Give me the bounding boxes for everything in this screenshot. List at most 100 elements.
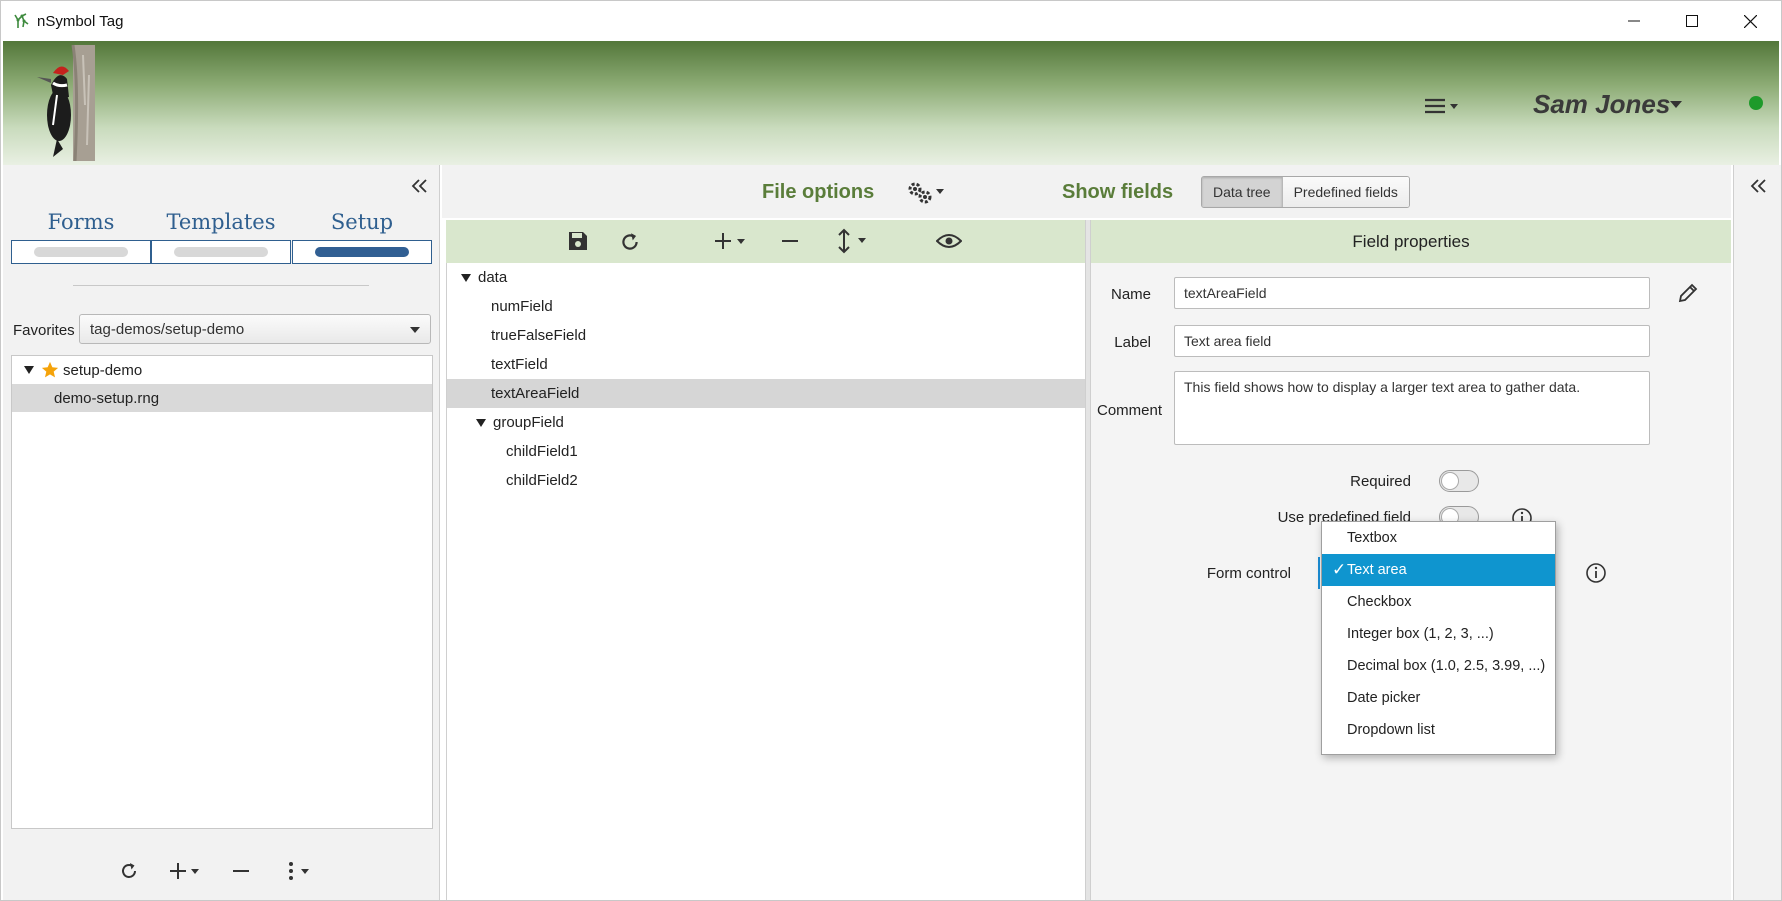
right-panel (1733, 165, 1781, 900)
tree-node-textfield[interactable]: textField (447, 350, 1086, 379)
required-toggle[interactable] (1439, 470, 1479, 492)
expand-arrow-icon[interactable] (476, 418, 486, 427)
option-decimal-box[interactable]: Decimal box (1.0, 2.5, 3.99, ...) (1322, 650, 1555, 682)
tab-forms-label: Forms (47, 210, 115, 234)
user-name[interactable]: Sam Jones (1533, 89, 1670, 120)
option-label: Textbox (1347, 530, 1397, 546)
tab-setup[interactable]: Setup (292, 210, 432, 268)
chevron-down-icon (410, 327, 420, 333)
name-label: Name (1111, 286, 1152, 303)
tab-forms[interactable]: Forms (11, 210, 151, 268)
option-dropdown-list[interactable]: Dropdown list (1322, 714, 1555, 746)
tab-setup-label: Setup (330, 210, 394, 234)
add-icon (170, 863, 199, 879)
tree-node-label: childField1 (506, 443, 578, 460)
collapse-left-icon[interactable] (409, 175, 431, 197)
option-integer-box[interactable]: Integer box (1, 2, 3, ...) (1322, 618, 1555, 650)
tree-node-label: textAreaField (491, 385, 580, 402)
label-field[interactable]: Text area field (1174, 325, 1650, 357)
option-checkbox[interactable]: Checkbox (1322, 586, 1555, 618)
file-toolbar: File options Show fields Data tree Prede… (442, 165, 1731, 218)
favorites-value: tag-demos/setup-demo (90, 321, 245, 338)
add-button[interactable] (167, 857, 205, 885)
form-control-label: Form control (1206, 565, 1291, 582)
minimize-button[interactable] (1605, 1, 1663, 41)
name-field[interactable]: textAreaField (1174, 277, 1650, 309)
tree-node-label: data (478, 269, 508, 286)
remove-icon[interactable] (780, 231, 800, 251)
tab-templates[interactable]: Templates (151, 210, 291, 268)
save-icon[interactable] (568, 231, 588, 251)
reload-icon[interactable] (619, 231, 641, 253)
remove-button[interactable] (227, 857, 255, 885)
close-button[interactable] (1721, 1, 1779, 41)
tree-node-textareafield[interactable]: textAreaField (447, 379, 1086, 408)
info-icon[interactable] (1585, 562, 1607, 584)
tree-node-childfield2[interactable]: childField2 (447, 466, 1086, 495)
edit-pencil-icon[interactable] (1677, 282, 1699, 304)
field-properties-header: Field properties (1091, 220, 1731, 263)
tree-node-data[interactable]: data (447, 263, 1086, 292)
option-label: Decimal box (1.0, 2.5, 3.99, ...) (1347, 658, 1546, 674)
left-bottom-toolbar (3, 845, 440, 895)
comment-textarea[interactable]: This field shows how to display a larger… (1174, 371, 1650, 445)
status-indicator (1749, 96, 1763, 110)
hamburger-menu-icon[interactable] (1423, 95, 1463, 117)
minimize-icon (1628, 20, 1640, 22)
refresh-icon (122, 863, 136, 878)
left-panel: Forms Templates Setup Favorites tag-demo… (3, 165, 440, 900)
tab-templates-indicator (151, 240, 291, 264)
required-label: Required (1350, 473, 1411, 490)
tree-toolbar (446, 220, 1085, 263)
more-icon (289, 862, 309, 880)
data-tree: data numField trueFalseField textField t… (446, 263, 1086, 900)
title-bar: nSymbol Tag (1, 1, 1781, 41)
collapse-right-icon[interactable] (1748, 175, 1770, 197)
option-text-area[interactable]: ✓ Text area (1322, 554, 1555, 586)
tab-forms-indicator (11, 240, 151, 264)
tree-item-demo-setup[interactable]: demo-setup.rng (12, 384, 432, 412)
tree-node-label: groupField (493, 414, 564, 431)
remove-icon (233, 870, 249, 872)
tree-node-childfield1[interactable]: childField1 (447, 437, 1086, 466)
expand-arrow-icon[interactable] (461, 273, 471, 282)
tree-item-label: setup-demo (63, 361, 143, 379)
file-options-label: File options (762, 181, 875, 203)
tree-node-groupfield[interactable]: groupField (447, 408, 1086, 437)
add-icon[interactable] (714, 231, 750, 251)
section-tabs: Forms Templates Setup (11, 210, 433, 268)
tree-item-setup-demo[interactable]: setup-demo (12, 356, 432, 384)
tree-node-label: childField2 (506, 472, 578, 489)
tree-node-truefalsefield[interactable]: trueFalseField (447, 321, 1086, 350)
more-button[interactable] (283, 857, 317, 885)
maximize-icon (1686, 15, 1698, 27)
chevron-down-icon[interactable] (1670, 101, 1682, 109)
option-textbox[interactable]: Textbox (1322, 522, 1555, 554)
option-label: Text area (1347, 562, 1407, 578)
data-tree-button[interactable]: Data tree (1202, 177, 1283, 207)
tab-templates-label: Templates (166, 210, 276, 234)
comment-label: Comment (1097, 402, 1163, 419)
refresh-button[interactable] (115, 857, 143, 885)
preview-icon[interactable] (936, 231, 962, 251)
favorites-dropdown[interactable]: tag-demos/setup-demo (79, 314, 431, 344)
tree-node-label: numField (491, 298, 553, 315)
header-banner: Sam Jones (3, 41, 1779, 165)
gear-menu-icon[interactable] (906, 179, 950, 205)
tree-node-numfield[interactable]: numField (447, 292, 1086, 321)
woodpecker-logo (37, 45, 95, 161)
project-tree: setup-demo demo-setup.rng (11, 355, 433, 829)
option-date-picker[interactable]: Date picker (1322, 682, 1555, 714)
app-window: nSymbol Tag Sam Jones Forms Templates Se… (0, 0, 1782, 901)
view-toggle: Data tree Predefined fields (1201, 176, 1410, 208)
star-icon (41, 361, 59, 378)
tree-node-label: textField (491, 356, 548, 373)
expand-arrow-icon[interactable] (24, 366, 34, 374)
predefined-fields-button[interactable]: Predefined fields (1282, 177, 1409, 207)
favorites-label: Favorites (13, 322, 75, 339)
maximize-button[interactable] (1663, 1, 1721, 41)
option-label: Checkbox (1347, 594, 1412, 610)
move-icon[interactable] (836, 228, 872, 254)
tab-setup-indicator (292, 240, 432, 264)
tree-item-label: demo-setup.rng (54, 389, 160, 407)
